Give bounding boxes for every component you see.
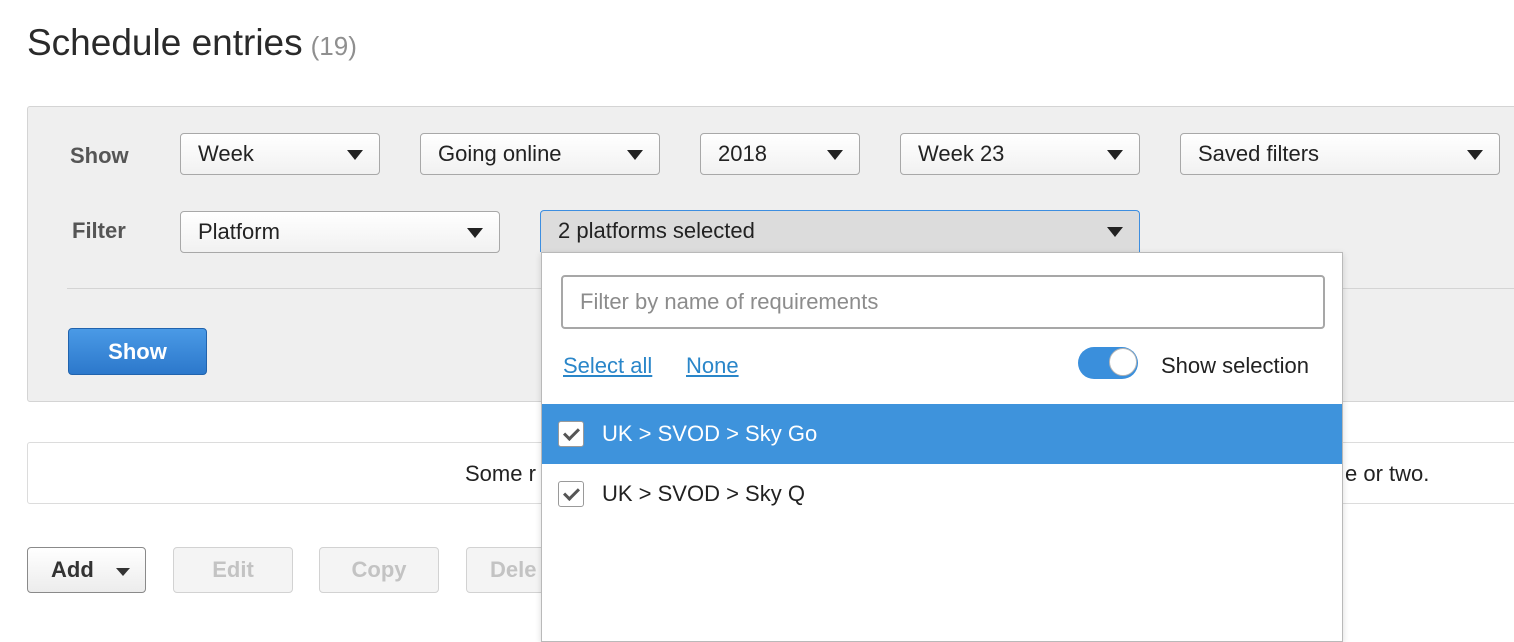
select-none-link[interactable]: None xyxy=(686,353,739,379)
platforms-multiselect-value: 2 platforms selected xyxy=(558,218,755,243)
year-select-value: 2018 xyxy=(718,141,767,166)
period-select-value: Week xyxy=(198,141,254,166)
platforms-multiselect[interactable]: 2 platforms selected xyxy=(540,210,1140,252)
edit-button[interactable]: Edit xyxy=(173,547,293,593)
period-select[interactable]: Week xyxy=(180,133,380,175)
caret-down-icon xyxy=(116,568,130,576)
requirements-search-input[interactable] xyxy=(561,275,1325,329)
page-title: Schedule entries (19) xyxy=(27,22,357,64)
platform-option-label: UK > SVOD > Sky Go xyxy=(602,421,818,446)
add-button[interactable]: Add xyxy=(27,547,146,593)
caret-down-icon xyxy=(347,150,363,160)
caret-down-icon xyxy=(1467,150,1483,160)
saved-filters-value: Saved filters xyxy=(1198,141,1320,166)
week-select-value: Week 23 xyxy=(918,141,1005,166)
year-select[interactable]: 2018 xyxy=(700,133,860,175)
caret-down-icon xyxy=(627,150,643,160)
filter-row-label: Filter xyxy=(72,218,126,243)
event-select-value: Going online xyxy=(438,141,562,166)
caret-down-icon xyxy=(827,150,843,160)
week-select[interactable]: Week 23 xyxy=(900,133,1140,175)
show-selection-label: Show selection xyxy=(1161,353,1309,378)
platforms-dropdown: Select all None Show selection UK > SVOD… xyxy=(541,252,1343,642)
platform-option[interactable]: UK > SVOD > Sky Q xyxy=(542,464,1342,524)
event-select[interactable]: Going online xyxy=(420,133,660,175)
show-button[interactable]: Show xyxy=(68,328,207,375)
caret-down-icon xyxy=(1107,227,1123,237)
platform-option-label: UK > SVOD > Sky Q xyxy=(602,481,805,506)
platform-option[interactable]: UK > SVOD > Sky Go xyxy=(542,404,1342,464)
entry-count: (19) xyxy=(310,31,357,61)
page-title-text: Schedule entries xyxy=(27,22,303,63)
select-all-link[interactable]: Select all xyxy=(563,353,652,379)
info-message-end: e or two. xyxy=(1345,461,1430,486)
caret-down-icon xyxy=(1107,150,1123,160)
add-button-label: Add xyxy=(51,557,94,582)
caret-down-icon xyxy=(467,228,483,238)
checkbox-checked-icon[interactable] xyxy=(558,481,584,507)
show-row-label: Show xyxy=(70,143,129,168)
checkbox-checked-icon[interactable] xyxy=(558,421,584,447)
info-message-start: Some r xyxy=(465,461,536,486)
toggle-knob xyxy=(1109,348,1137,376)
copy-button[interactable]: Copy xyxy=(319,547,439,593)
show-selection-toggle[interactable] xyxy=(1078,347,1138,379)
filter-by-select[interactable]: Platform xyxy=(180,211,500,253)
saved-filters-select[interactable]: Saved filters xyxy=(1180,133,1500,175)
filter-by-value: Platform xyxy=(198,219,280,244)
